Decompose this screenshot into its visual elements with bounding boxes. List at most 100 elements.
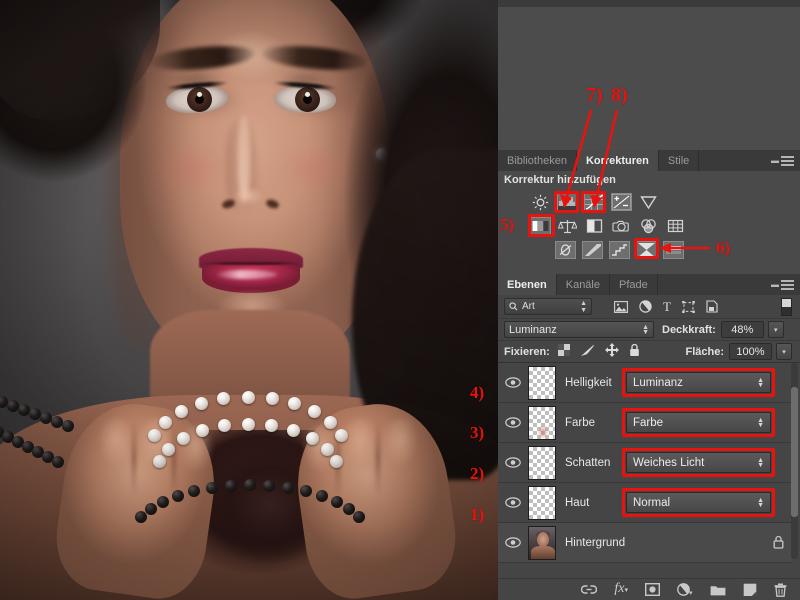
layer-blend-mode-select[interactable]: Luminanz ▲▼ bbox=[626, 372, 771, 393]
opacity-value[interactable]: 48% bbox=[721, 321, 764, 338]
eye-icon bbox=[505, 537, 521, 548]
adjustments-tabbar[interactable]: Bibliotheken Korrekturen Stile ▬ bbox=[498, 150, 800, 171]
panel-menu-icon[interactable]: ▬ bbox=[771, 150, 800, 171]
opacity-dropdown-arrow[interactable]: ▾ bbox=[768, 321, 784, 338]
chevron-updown-icon[interactable]: ▲▼ bbox=[580, 300, 587, 314]
photo-callout-2: 2) bbox=[470, 464, 484, 484]
layer-thumbnail[interactable] bbox=[528, 446, 556, 480]
layer-filter-value: Art bbox=[522, 301, 535, 312]
curves-icon[interactable] bbox=[584, 193, 605, 211]
fill-value[interactable]: 100% bbox=[729, 343, 772, 360]
layer-blend-mode-value: Luminanz bbox=[633, 377, 683, 389]
color-lookup-icon[interactable] bbox=[665, 217, 686, 235]
posterize-icon[interactable] bbox=[582, 241, 603, 259]
lock-transparency-icon[interactable] bbox=[558, 344, 570, 359]
blend-opacity-row: Luminanz ▲▼ Deckkraft: 48% ▾ bbox=[498, 319, 800, 341]
layer-mask-icon[interactable] bbox=[645, 583, 660, 596]
chevron-updown-icon[interactable]: ▲▼ bbox=[757, 418, 764, 428]
right-panel-dock: Bibliotheken Korrekturen Stile ▬ Korrekt… bbox=[498, 0, 800, 600]
layer-name: Schatten bbox=[565, 457, 610, 469]
brightness-contrast-icon[interactable] bbox=[530, 193, 551, 211]
image-canvas[interactable]: 4)3)2)1) bbox=[0, 0, 498, 600]
layer-thumbnail[interactable] bbox=[528, 406, 556, 440]
blend-mode-select[interactable]: Luminanz ▲▼ bbox=[504, 321, 654, 338]
chevron-updown-icon[interactable]: ▲▼ bbox=[757, 378, 764, 388]
tab-bibliotheken[interactable]: Bibliotheken bbox=[498, 150, 577, 171]
new-layer-icon[interactable] bbox=[743, 583, 757, 596]
photo-callout-1: 1) bbox=[470, 505, 484, 525]
tab-stile[interactable]: Stile bbox=[659, 150, 699, 171]
photoshop-screenshot: 4)3)2)1) Bibliotheken Korrekturen Stile … bbox=[0, 0, 800, 600]
color-balance-icon[interactable] bbox=[557, 217, 578, 235]
exposure-icon[interactable] bbox=[611, 193, 632, 211]
channel-mixer-icon[interactable] bbox=[638, 217, 659, 235]
layer-row[interactable]: Hintergrund bbox=[498, 523, 792, 563]
delete-layer-icon[interactable] bbox=[774, 583, 787, 597]
vibrance-icon[interactable] bbox=[638, 193, 659, 211]
layer-visibility-toggle[interactable] bbox=[498, 417, 528, 428]
selective-color-icon[interactable] bbox=[663, 241, 684, 259]
fill-label: Fläche: bbox=[685, 346, 724, 358]
layer-blend-mode-select[interactable]: Weiches Licht▲▼ bbox=[626, 452, 771, 473]
empty-panel-area bbox=[498, 6, 800, 150]
thumb-content bbox=[535, 420, 551, 438]
filter-type-icon[interactable]: T bbox=[663, 301, 671, 313]
lock-image-icon[interactable] bbox=[580, 344, 595, 360]
layer-visibility-toggle[interactable] bbox=[498, 497, 528, 508]
filter-adjustment-icon[interactable] bbox=[639, 300, 652, 313]
new-group-icon[interactable] bbox=[710, 584, 726, 596]
eye-icon bbox=[505, 497, 521, 508]
layer-name: Farbe bbox=[565, 417, 595, 429]
layer-name: Helligkeit bbox=[565, 377, 612, 389]
tab-korrekturen[interactable]: Korrekturen bbox=[577, 150, 659, 171]
layers-scrollbar-thumb[interactable] bbox=[791, 387, 798, 517]
layer-blend-mode-value: Farbe bbox=[633, 417, 663, 429]
layer-thumbnail[interactable] bbox=[528, 526, 556, 560]
layers-panel: Art ▲▼ bbox=[498, 295, 800, 600]
chevron-updown-icon[interactable]: ▲▼ bbox=[757, 458, 764, 468]
link-layers-icon[interactable] bbox=[581, 584, 597, 595]
layers-panel-menu-icon[interactable]: ▬ bbox=[771, 274, 800, 295]
callout-5: 5) bbox=[500, 215, 514, 235]
layer-blend-mode-select[interactable]: Farbe ▲▼ bbox=[626, 412, 771, 433]
levels-icon[interactable] bbox=[557, 193, 578, 211]
lock-all-icon[interactable] bbox=[629, 343, 640, 360]
lock-label: Fixieren: bbox=[504, 346, 550, 358]
chevron-updown-icon[interactable]: ▲▼ bbox=[642, 325, 649, 335]
filter-smartobject-icon[interactable] bbox=[706, 300, 718, 313]
threshold-icon[interactable] bbox=[609, 241, 630, 259]
layer-filter-type-select[interactable]: Art ▲▼ bbox=[504, 298, 592, 315]
layer-visibility-toggle[interactable] bbox=[498, 457, 528, 468]
hue-saturation-icon[interactable] bbox=[530, 217, 551, 235]
layers-tabbar[interactable]: Ebenen Kanäle Pfade ▬ bbox=[498, 274, 800, 295]
layer-blend-mode-value: Normal bbox=[633, 497, 670, 509]
adjustments-panel: Korrektur hinzufügen bbox=[498, 171, 800, 263]
layers-scrollbar[interactable] bbox=[791, 363, 798, 559]
thumb-body bbox=[531, 546, 555, 560]
chevron-updown-icon[interactable]: ▲▼ bbox=[757, 498, 764, 508]
layer-locked-icon bbox=[773, 535, 784, 552]
tab-pfade[interactable]: Pfade bbox=[610, 274, 658, 295]
gradient-map-icon[interactable] bbox=[636, 241, 657, 259]
invert-icon[interactable] bbox=[555, 241, 576, 259]
search-icon bbox=[509, 302, 518, 311]
filter-shape-icon[interactable] bbox=[682, 301, 695, 313]
photo-filter-icon[interactable] bbox=[611, 217, 632, 235]
layer-visibility-toggle[interactable] bbox=[498, 377, 528, 388]
lock-position-icon[interactable] bbox=[605, 343, 619, 360]
filter-pixel-icon[interactable] bbox=[614, 301, 628, 313]
tab-ebenen[interactable]: Ebenen bbox=[498, 274, 557, 295]
layer-thumbnail[interactable] bbox=[528, 486, 556, 520]
layer-style-fx-icon[interactable]: fx▾ bbox=[614, 583, 628, 596]
thumb-face bbox=[537, 532, 549, 547]
black-white-icon[interactable] bbox=[584, 217, 605, 235]
filter-toggle-switch[interactable] bbox=[781, 298, 792, 316]
layer-thumbnail[interactable] bbox=[528, 366, 556, 400]
layer-blend-mode-select[interactable]: Normal ▲▼ bbox=[626, 492, 771, 513]
adjustments-row-3 bbox=[555, 241, 684, 259]
tab-kanaele[interactable]: Kanäle bbox=[557, 274, 610, 295]
adjustment-layer-icon[interactable]: ▾ bbox=[677, 583, 693, 596]
layer-visibility-toggle[interactable] bbox=[498, 537, 528, 548]
fill-dropdown-arrow[interactable]: ▾ bbox=[776, 343, 792, 360]
callout-7: 7) bbox=[586, 84, 603, 107]
